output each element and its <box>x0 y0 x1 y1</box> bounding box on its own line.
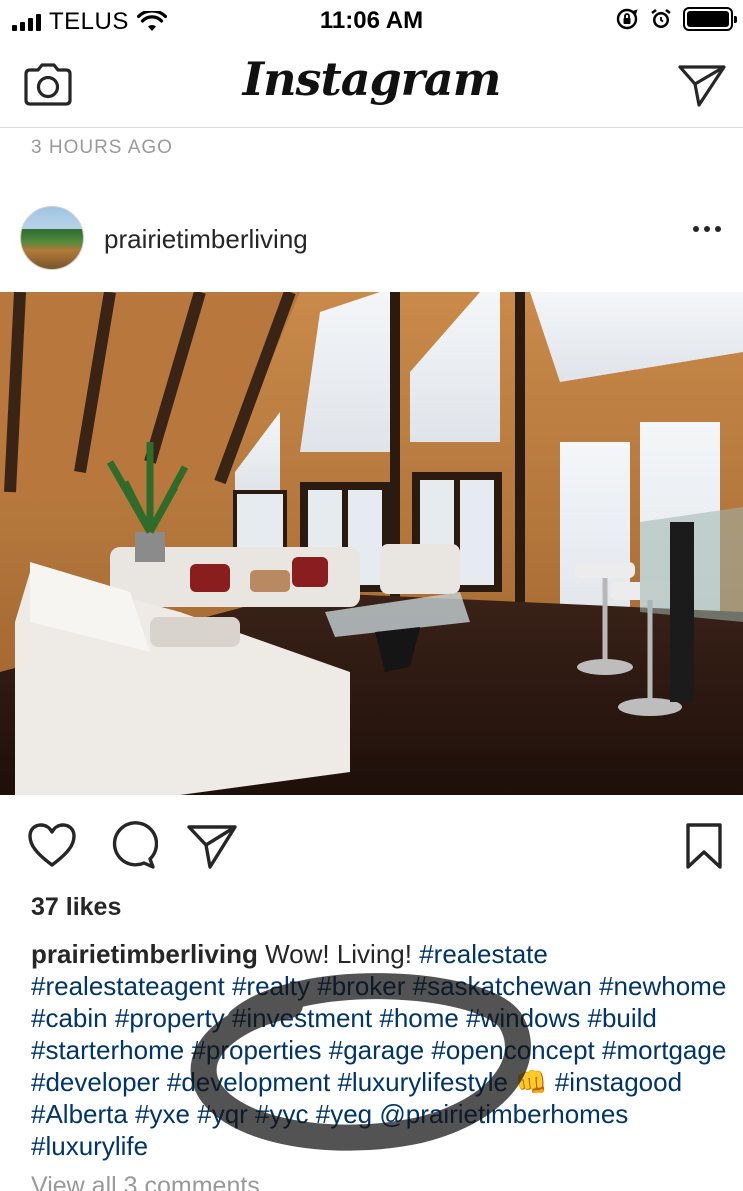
post-actions <box>0 815 743 875</box>
hashtag[interactable]: #Alberta <box>31 1099 128 1129</box>
bookmark-icon <box>686 823 722 869</box>
hashtag[interactable]: #newhome <box>599 971 726 1001</box>
hashtag[interactable]: #investment <box>232 1003 372 1033</box>
post-header: prairietimberliving <box>0 200 743 278</box>
app-header: Instagram <box>0 42 743 128</box>
comment-icon <box>112 821 159 869</box>
like-button[interactable] <box>26 821 78 871</box>
hashtag[interactable]: #development <box>167 1067 330 1097</box>
heart-icon <box>28 823 76 867</box>
hashtag[interactable]: #luxurylife <box>31 1131 148 1161</box>
hashtag[interactable]: #realty <box>232 971 310 1001</box>
more-options-icon[interactable] <box>693 226 721 232</box>
view-comments-link[interactable]: View all 3 comments <box>31 1172 260 1191</box>
post-caption: prairietimberliving Wow! Living! #reales… <box>31 938 731 1162</box>
hashtag[interactable]: #saskatchewan <box>413 971 592 1001</box>
likes-count[interactable]: 37 likes <box>31 893 121 922</box>
hashtag[interactable]: #mortgage <box>602 1035 726 1065</box>
hashtag[interactable]: #openconcept <box>431 1035 594 1065</box>
post-username[interactable]: prairietimberliving <box>104 224 308 255</box>
hashtag[interactable]: #realestateagent <box>31 971 225 1001</box>
direct-message-icon[interactable] <box>677 62 727 108</box>
share-icon <box>187 825 237 869</box>
avatar[interactable] <box>20 206 84 270</box>
hashtag[interactable]: #yxe <box>135 1099 190 1129</box>
battery-icon <box>683 7 737 31</box>
caption-hashtags: #realestate #realestateagent #realty #br… <box>31 939 726 1161</box>
hashtag[interactable]: #yyc <box>255 1099 308 1129</box>
rotation-lock-icon <box>616 8 638 30</box>
hashtag[interactable]: #instagood <box>555 1067 682 1097</box>
hashtag: 👊 <box>515 1067 548 1097</box>
alarm-icon <box>651 9 671 28</box>
hashtag[interactable]: #broker <box>317 971 405 1001</box>
caption-username[interactable]: prairietimberliving <box>31 939 258 969</box>
hashtag[interactable]: #realestate <box>419 939 548 969</box>
hashtag[interactable]: @prairietimberhomes <box>379 1099 628 1129</box>
hashtag[interactable]: #yeg <box>316 1099 372 1129</box>
hashtag[interactable]: #property <box>115 1003 225 1033</box>
share-button[interactable] <box>186 821 238 871</box>
hashtag[interactable]: #build <box>588 1003 657 1033</box>
hashtag[interactable]: #developer <box>31 1067 160 1097</box>
hashtag[interactable]: #starterhome <box>31 1035 184 1065</box>
status-bar: TELUS 11:06 AM <box>0 0 743 42</box>
post-timestamp: 3 HOURS AGO <box>31 137 173 158</box>
comment-button[interactable] <box>106 821 159 871</box>
hashtag[interactable]: #garage <box>329 1035 424 1065</box>
hashtag[interactable]: #luxurylifestyle <box>337 1067 508 1097</box>
hashtag[interactable]: #properties <box>191 1035 321 1065</box>
hashtag[interactable]: #cabin <box>31 1003 108 1033</box>
hashtag[interactable]: #windows <box>466 1003 580 1033</box>
save-button[interactable] <box>680 821 728 871</box>
instagram-logo: Instagram <box>242 52 502 106</box>
hashtag[interactable]: #home <box>379 1003 459 1033</box>
post-photo[interactable] <box>0 292 743 795</box>
status-right <box>615 7 737 31</box>
hashtag[interactable]: #yqr <box>197 1099 248 1129</box>
caption-text: Wow! Living! <box>257 939 420 969</box>
